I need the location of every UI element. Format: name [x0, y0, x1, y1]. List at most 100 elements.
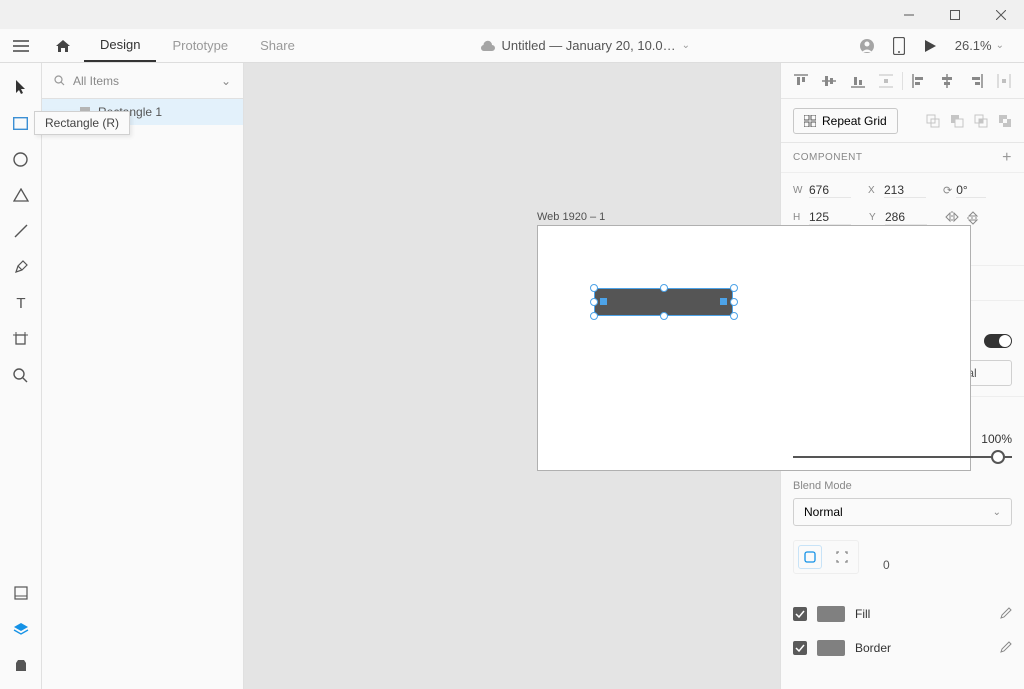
width-label: W: [793, 185, 805, 196]
hamburger-menu[interactable]: [0, 40, 42, 52]
boolean-intersect-icon[interactable]: [974, 114, 988, 128]
text-tool[interactable]: T: [5, 287, 37, 319]
home-button[interactable]: [42, 39, 84, 53]
border-swatch[interactable]: [817, 640, 845, 656]
document-title-text: Untitled — January 20, 10.0…: [502, 38, 676, 53]
selection-handle[interactable]: [590, 312, 598, 320]
flip-v-icon[interactable]: [967, 211, 979, 225]
y-input[interactable]: [885, 210, 927, 225]
layers-filter[interactable]: All Items ⌄: [42, 63, 243, 99]
minimize-button[interactable]: [886, 0, 932, 29]
tool-rail: T Rectangle (R): [0, 63, 42, 689]
polygon-tool[interactable]: [5, 179, 37, 211]
tab-design[interactable]: Design: [84, 29, 156, 62]
distribute-h-icon[interactable]: [990, 74, 1018, 88]
rectangle-tooltip: Rectangle (R): [34, 111, 130, 135]
maximize-button[interactable]: [932, 0, 978, 29]
search-icon: [54, 75, 65, 86]
layers-panel: All Items ⌄ ⌄ Web 1920 – 1 Rectangle 1: [42, 63, 244, 689]
distribute-v-icon[interactable]: [872, 74, 900, 88]
selection-handle[interactable]: [730, 312, 738, 320]
x-input[interactable]: [884, 183, 926, 198]
plugins-panel-icon[interactable]: [5, 649, 37, 681]
selection-handle[interactable]: [730, 284, 738, 292]
flip-h-icon[interactable]: [945, 211, 959, 225]
selection-handle[interactable]: [660, 312, 668, 320]
eyedropper-icon[interactable]: [998, 641, 1012, 655]
x-label: X: [868, 185, 880, 196]
top-menu-bar: Design Prototype Share Untitled — Januar…: [0, 29, 1024, 63]
selection-handle[interactable]: [730, 298, 738, 306]
rotation-icon: ⟳: [943, 184, 952, 197]
zoom-tool[interactable]: [5, 359, 37, 391]
opacity-value: 100%: [981, 432, 1012, 446]
zoom-level[interactable]: 26.1%⌄: [955, 38, 1004, 53]
selection-anchor[interactable]: [600, 298, 607, 305]
repeat-grid-icon: [804, 115, 816, 127]
selection-handle[interactable]: [590, 284, 598, 292]
chevron-down-icon: ⌄: [996, 40, 1004, 51]
chevron-down-icon: ⌄: [993, 507, 1001, 518]
align-center-h-icon[interactable]: [933, 74, 961, 88]
corner-uniform-icon[interactable]: [798, 545, 822, 569]
opacity-slider[interactable]: 100%: [793, 446, 1012, 470]
user-icon[interactable]: [859, 38, 875, 54]
selection-handle[interactable]: [590, 298, 598, 306]
close-button[interactable]: [978, 0, 1024, 29]
width-input[interactable]: [809, 183, 851, 198]
boolean-add-icon[interactable]: [926, 114, 940, 128]
align-right-icon[interactable]: [962, 74, 990, 88]
boolean-exclude-icon[interactable]: [998, 114, 1012, 128]
line-tool[interactable]: [5, 215, 37, 247]
rectangle-tool[interactable]: [5, 107, 37, 139]
boolean-subtract-icon[interactable]: [950, 114, 964, 128]
height-input[interactable]: [809, 210, 851, 225]
layers-filter-label: All Items: [73, 74, 119, 88]
ellipse-tool[interactable]: [5, 143, 37, 175]
chevron-down-icon: ⌄: [682, 40, 690, 51]
artboard-tool[interactable]: [5, 323, 37, 355]
align-top-icon[interactable]: [787, 74, 815, 88]
select-tool[interactable]: [5, 71, 37, 103]
alignment-row: [781, 63, 1024, 99]
slider-thumb[interactable]: [991, 450, 1005, 464]
y-label: Y: [869, 212, 881, 223]
corner-individual-icon[interactable]: [830, 545, 854, 569]
pen-tool[interactable]: [5, 251, 37, 283]
fill-swatch[interactable]: [817, 606, 845, 622]
device-preview-icon[interactable]: [893, 37, 905, 55]
assets-panel-icon[interactable]: [5, 577, 37, 609]
svg-text:T: T: [16, 296, 25, 310]
canvas[interactable]: Web 1920 – 1: [244, 63, 780, 689]
chevron-down-icon: ⌄: [221, 74, 231, 88]
border-label: Border: [855, 641, 891, 655]
document-title[interactable]: Untitled — January 20, 10.0… ⌄: [311, 38, 859, 53]
blend-mode-label: Blend Mode: [793, 480, 1012, 492]
window-titlebar: [0, 0, 1024, 29]
artboard[interactable]: [537, 225, 971, 471]
component-section-head: COMPONENT +: [781, 143, 1024, 173]
artboard-label[interactable]: Web 1920 – 1: [537, 211, 605, 223]
align-middle-v-icon[interactable]: [815, 74, 843, 88]
align-left-icon[interactable]: [905, 74, 933, 88]
play-icon[interactable]: [923, 39, 937, 53]
fill-checkbox[interactable]: [793, 607, 807, 621]
tab-share[interactable]: Share: [244, 29, 311, 62]
repeat-grid-button[interactable]: Repeat Grid: [793, 108, 898, 134]
tab-prototype[interactable]: Prototype: [156, 29, 244, 62]
add-component-icon[interactable]: +: [1002, 149, 1012, 167]
blend-mode-select[interactable]: Normal ⌄: [793, 498, 1012, 526]
fill-label: Fill: [855, 607, 870, 621]
layers-panel-icon[interactable]: [5, 613, 37, 645]
border-checkbox[interactable]: [793, 641, 807, 655]
responsive-resize-toggle[interactable]: [984, 334, 1012, 348]
height-label: H: [793, 212, 805, 223]
repeat-grid-row: Repeat Grid: [781, 99, 1024, 143]
rotation-input[interactable]: [956, 183, 986, 198]
selection-handle[interactable]: [660, 284, 668, 292]
eyedropper-icon[interactable]: [998, 607, 1012, 621]
cloud-icon: [480, 40, 496, 51]
align-bottom-icon[interactable]: [844, 74, 872, 88]
corner-radius-value[interactable]: 0: [883, 558, 890, 572]
selection-anchor[interactable]: [720, 298, 727, 305]
